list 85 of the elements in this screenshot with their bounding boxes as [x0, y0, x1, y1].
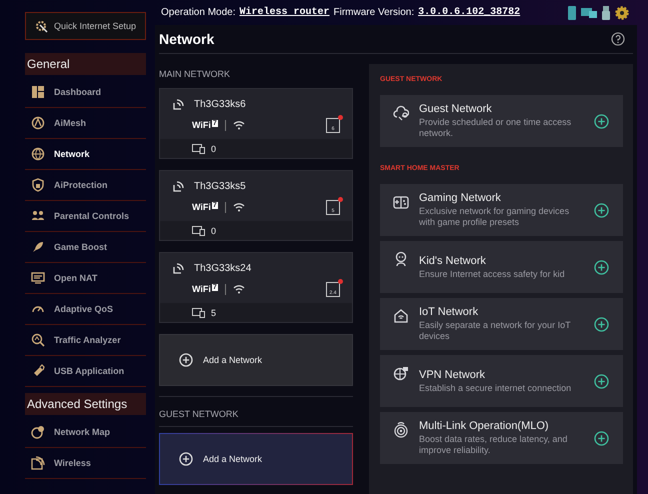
feature-description: Easily separate a network for your IoT devices [419, 320, 572, 342]
firmware-link[interactable]: 3.0.0.6.102_38782 [418, 7, 520, 18]
add-network-button[interactable]: Add a Network [159, 433, 353, 485]
monitor-icon [31, 271, 45, 285]
plus-icon [179, 452, 193, 466]
status-label: Operation Mode: [161, 7, 236, 18]
devices-icon [581, 6, 597, 20]
wireless-icon [31, 456, 45, 470]
feature-title: Guest Network [419, 103, 493, 115]
network-name: Th3G33ks5 [194, 180, 246, 192]
feature-card[interactable]: Multi-Link Operation(MLO) Boost data rates, reduce latency, and improve reliability. [380, 412, 623, 464]
sidebar-item[interactable]: USB Application [25, 356, 146, 387]
wand-gear-icon [34, 19, 48, 33]
sidebar-item[interactable]: Open NAT [25, 263, 146, 294]
feature-description: Boost data rates, reduce latency, and improve reliability. [419, 434, 568, 456]
section-label: MAIN NETWORK [159, 69, 231, 81]
settings-icon [615, 6, 629, 20]
sidebar-item[interactable]: Network Map [25, 417, 146, 448]
router-signal-icon [172, 97, 186, 111]
sidebar-item[interactable]: Wireless [25, 448, 146, 479]
sidebar-item[interactable]: AiMesh [25, 108, 146, 139]
sidebar-item[interactable]: Dashboard [25, 77, 146, 108]
network-name: Th3G33ks6 [194, 98, 246, 110]
analyzer-icon [31, 333, 45, 347]
plus-icon [179, 353, 193, 367]
cloud-user-icon [393, 105, 409, 121]
people-icon [31, 209, 45, 223]
add-icon [594, 202, 609, 218]
help-icon [611, 32, 625, 46]
quick-setup-button[interactable]: Quick Internet Setup [25, 12, 146, 40]
globe-icon [31, 147, 45, 161]
wifi-icon [232, 202, 245, 212]
page-title: Network [159, 31, 214, 47]
wifi-icon [232, 284, 245, 294]
globe-lock-icon [393, 365, 409, 381]
globe-pin-icon [31, 425, 45, 439]
section-label: GUEST NETWORK [159, 397, 353, 427]
sidebar-item[interactable]: Parental Controls [25, 201, 146, 232]
gamepad-icon [393, 194, 409, 210]
feature-title: Multi-Link Operation(MLO) [419, 420, 550, 432]
feature-description: Establish a secure internet connection [419, 382, 572, 394]
child-icon [393, 251, 409, 267]
feature-card[interactable]: Gaming Network Exclusive network for gaming devices with game profile presets [380, 184, 623, 236]
dashboard-icon [31, 85, 45, 99]
phone-icon [567, 6, 577, 20]
router-signal-icon [172, 179, 186, 193]
feature-description: Exclusive network for gaming devices with game profile presets [419, 206, 570, 228]
sidebar-item[interactable]: Traffic Analyzer [25, 325, 146, 356]
feature-title: IoT Network [419, 306, 480, 318]
add-icon [594, 374, 609, 388]
feature-card[interactable]: Kid's Network Ensure Internet access safety for kid [380, 241, 623, 293]
router-signal-icon [172, 261, 186, 275]
operation-mode-link[interactable]: Wireless router [240, 7, 330, 18]
smart-home-icon [393, 308, 409, 324]
sidebar-item[interactable]: Network [25, 139, 146, 170]
sidebar-item[interactable]: Adaptive QoS [25, 294, 146, 325]
shield-icon [31, 178, 45, 192]
client-count: 5 [211, 308, 216, 318]
add-network-button[interactable]: Add a Network [159, 334, 353, 386]
devices-icon [192, 308, 205, 318]
add-icon [594, 114, 609, 128]
sidebar-item[interactable]: AiProtection [25, 170, 146, 201]
feature-title: Gaming Network [419, 192, 502, 204]
signal-rings-icon [393, 422, 409, 438]
network-name: Th3G33ks24 [194, 262, 252, 274]
client-count: 0 [211, 144, 216, 154]
devices-icon [192, 226, 205, 236]
sidebar-item[interactable]: Game Boost [25, 232, 146, 263]
client-count: 0 [211, 226, 216, 236]
status-label: Firmware Version: [334, 7, 414, 18]
add-icon [594, 430, 609, 446]
feature-card[interactable]: Guest Network Provide scheduled or one time access network. [380, 95, 623, 147]
feature-description: Ensure Internet access safety for kid [419, 268, 566, 280]
devices-icon [192, 144, 205, 154]
wifi-icon [232, 120, 245, 130]
feature-description: Provide scheduled or one time access network. [419, 117, 572, 139]
add-icon [594, 316, 609, 332]
usb-icon [601, 6, 611, 20]
section-header: General [25, 53, 146, 75]
section-header: Advanced Settings [25, 393, 146, 415]
feature-title: VPN Network [419, 368, 486, 380]
feature-title: Kid's Network [419, 254, 487, 266]
feature-card[interactable]: VPN Network Establish a secure internet connection [380, 355, 623, 407]
feature-card[interactable]: IoT Network Easily separate a network for your IoT devices [380, 298, 623, 350]
add-icon [594, 260, 609, 274]
